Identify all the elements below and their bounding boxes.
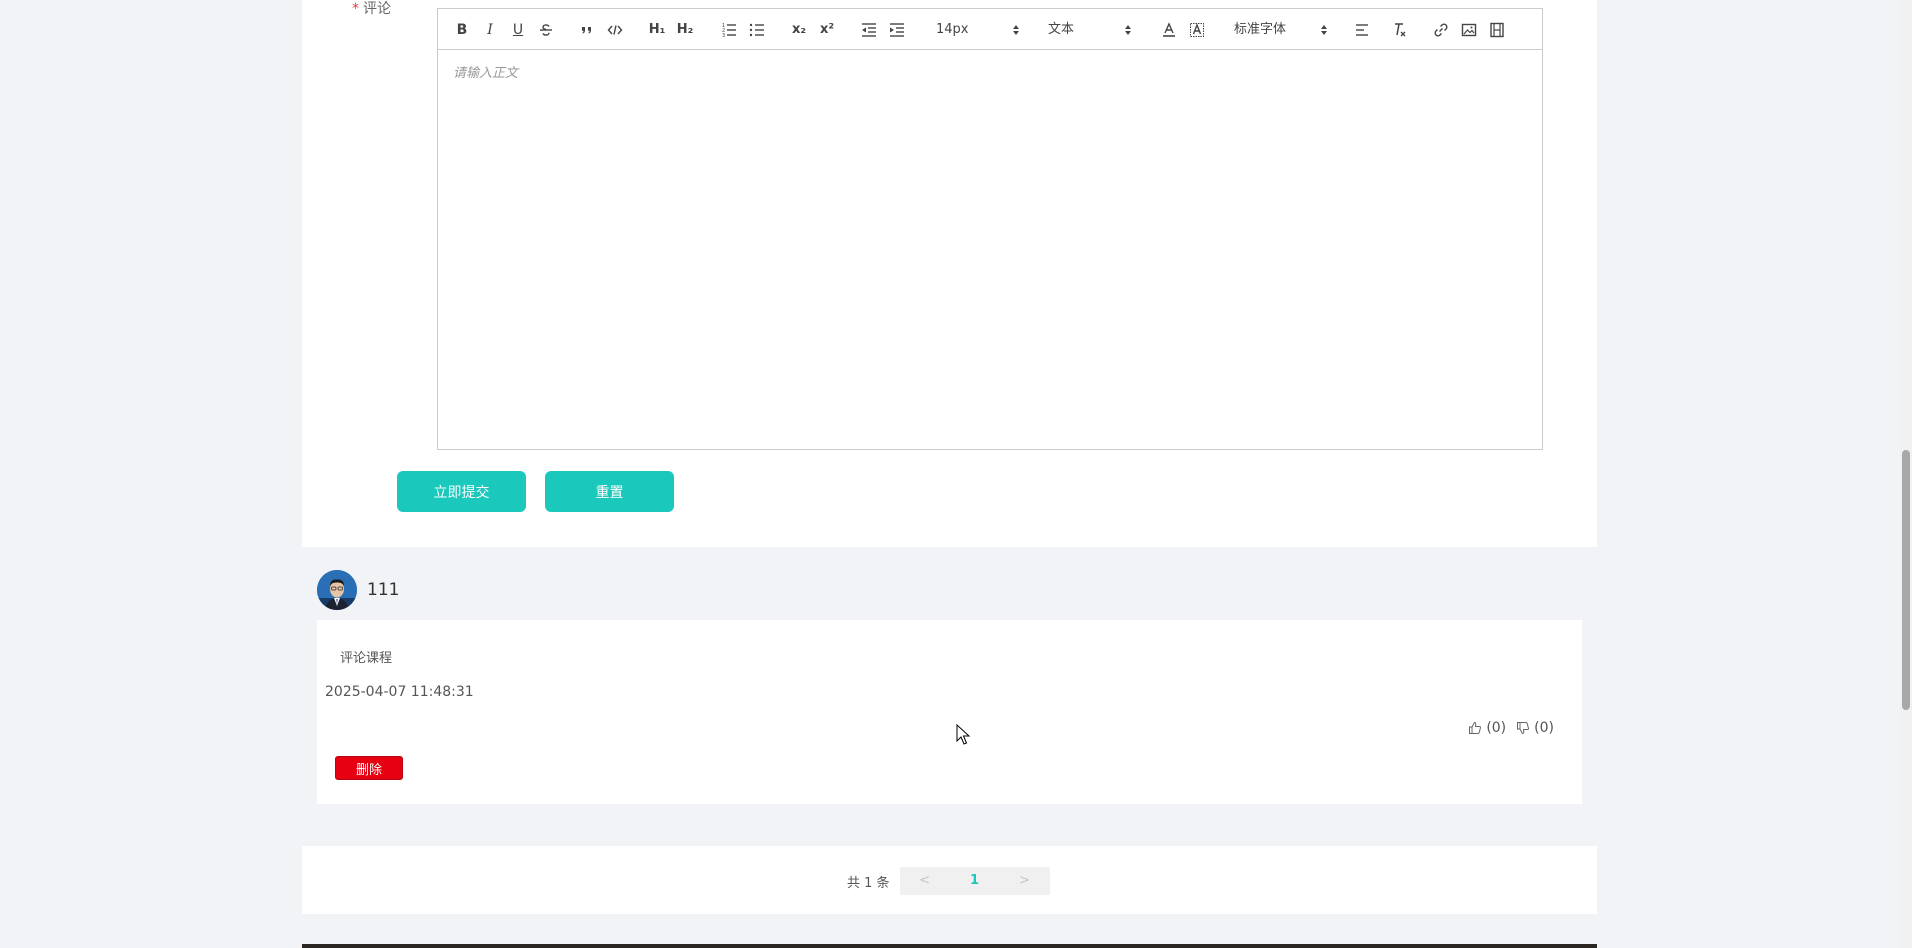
dislike-button[interactable]: (0) <box>1516 720 1554 736</box>
block-type-select[interactable]: 文本 <box>1048 21 1132 39</box>
comment-card: 评论课程 2025-04-07 11:48:31 (0) (0) 删除 <box>317 620 1582 804</box>
background-color-icon <box>1190 23 1204 37</box>
align-left-icon <box>1356 24 1368 36</box>
next-page-button[interactable]: > <box>1000 867 1050 895</box>
user-avatar-icon <box>317 570 357 610</box>
font-size-select[interactable]: 14px <box>936 21 1020 39</box>
dislike-count: (0) <box>1534 720 1554 736</box>
align-button[interactable] <box>1353 21 1371 39</box>
video-button[interactable] <box>1488 21 1506 39</box>
delete-button[interactable]: 删除 <box>335 756 403 780</box>
indent-button[interactable] <box>888 21 906 39</box>
mouse-cursor-icon <box>956 724 970 745</box>
image-icon <box>1461 23 1477 37</box>
comment-text: 评论课程 <box>340 651 393 666</box>
video-icon <box>1490 22 1504 38</box>
bold-button[interactable]: B <box>453 21 471 39</box>
editor-content-area[interactable]: 请输入正文 <box>438 50 1542 449</box>
image-button[interactable] <box>1460 21 1478 39</box>
clear-format-button[interactable] <box>1390 21 1408 39</box>
font-family-select[interactable]: 标准字体 <box>1234 21 1328 39</box>
comment-username: 111 <box>367 580 400 600</box>
blockquote-button[interactable] <box>578 21 596 39</box>
ordered-list-button[interactable]: 123 <box>720 21 738 39</box>
comment-label-text: 评论 <box>363 1 391 17</box>
thumbs-down-icon <box>1517 722 1530 735</box>
font-color-icon <box>1163 22 1175 37</box>
heading2-button[interactable]: H₂ <box>676 21 694 39</box>
comment-form-panel: * 评论 B I U H₁ H₂ 123 x₂ x² 14px 文本 标准字体 … <box>302 0 1597 547</box>
font-family-value: 标准字体 <box>1234 22 1287 37</box>
font-size-value: 14px <box>936 22 969 37</box>
quote-icon <box>582 27 591 34</box>
scrollbar-thumb[interactable] <box>1902 450 1910 710</box>
background-color-button[interactable] <box>1188 21 1206 39</box>
footer-top-edge <box>302 944 1597 948</box>
link-icon <box>1434 23 1448 37</box>
reset-button[interactable]: 重置 <box>545 471 674 512</box>
ordered-list-icon: 123 <box>722 23 736 39</box>
pagination-buttons: < 1 > <box>899 867 1050 895</box>
comment-label: * 评论 <box>352 0 391 18</box>
vertical-scrollbar[interactable] <box>1900 0 1912 948</box>
editor-placeholder: 请输入正文 <box>453 66 519 81</box>
pagination-panel: 共 1 条 < 1 > <box>302 846 1597 914</box>
prev-page-button[interactable]: < <box>900 867 950 895</box>
svg-text:3: 3 <box>722 33 725 39</box>
pagination-total: 共 1 条 <box>847 875 890 891</box>
editor-toolbar: B I U H₁ H₂ 123 x₂ x² 14px 文本 标准字体 <box>438 9 1542 50</box>
like-count: (0) <box>1486 720 1507 736</box>
select-arrows-icon <box>1125 25 1131 35</box>
avatar <box>317 570 357 610</box>
page: * 评论 B I U H₁ H₂ 123 x₂ x² 14px 文本 标准字体 … <box>0 0 1912 948</box>
strikethrough-button[interactable] <box>537 21 555 39</box>
link-button[interactable] <box>1432 21 1450 39</box>
italic-button[interactable]: I <box>481 21 499 39</box>
block-type-value: 文本 <box>1048 22 1075 37</box>
select-arrows-icon <box>1013 25 1019 35</box>
code-button[interactable] <box>606 21 624 39</box>
clear-format-icon <box>1395 23 1406 37</box>
code-icon <box>607 25 623 35</box>
like-button[interactable]: (0) <box>1468 720 1506 736</box>
font-color-button[interactable] <box>1160 21 1178 39</box>
bullet-list-icon <box>749 23 764 37</box>
superscript-button[interactable]: x² <box>818 21 836 39</box>
underline-button[interactable]: U <box>509 21 527 39</box>
strikethrough-icon <box>540 24 552 36</box>
comment-timestamp: 2025-04-07 11:48:31 <box>325 684 474 700</box>
outdent-button[interactable] <box>860 21 878 39</box>
heading1-button[interactable]: H₁ <box>648 21 666 39</box>
select-arrows-icon <box>1321 25 1327 35</box>
submit-button[interactable]: 立即提交 <box>397 471 526 512</box>
thumbs-up-icon <box>1469 721 1482 734</box>
comment-votes: (0) (0) <box>1468 720 1554 736</box>
page-1-button[interactable]: 1 <box>950 867 1000 895</box>
required-mark: * <box>352 1 359 17</box>
pagination: 共 1 条 < 1 > <box>847 867 1050 895</box>
rich-text-editor: B I U H₁ H₂ 123 x₂ x² 14px 文本 标准字体 请输入正文 <box>437 8 1543 450</box>
indent-icon <box>890 23 904 37</box>
outdent-icon <box>862 23 876 37</box>
subscript-button[interactable]: x₂ <box>790 21 808 39</box>
bullet-list-button[interactable] <box>748 21 766 39</box>
